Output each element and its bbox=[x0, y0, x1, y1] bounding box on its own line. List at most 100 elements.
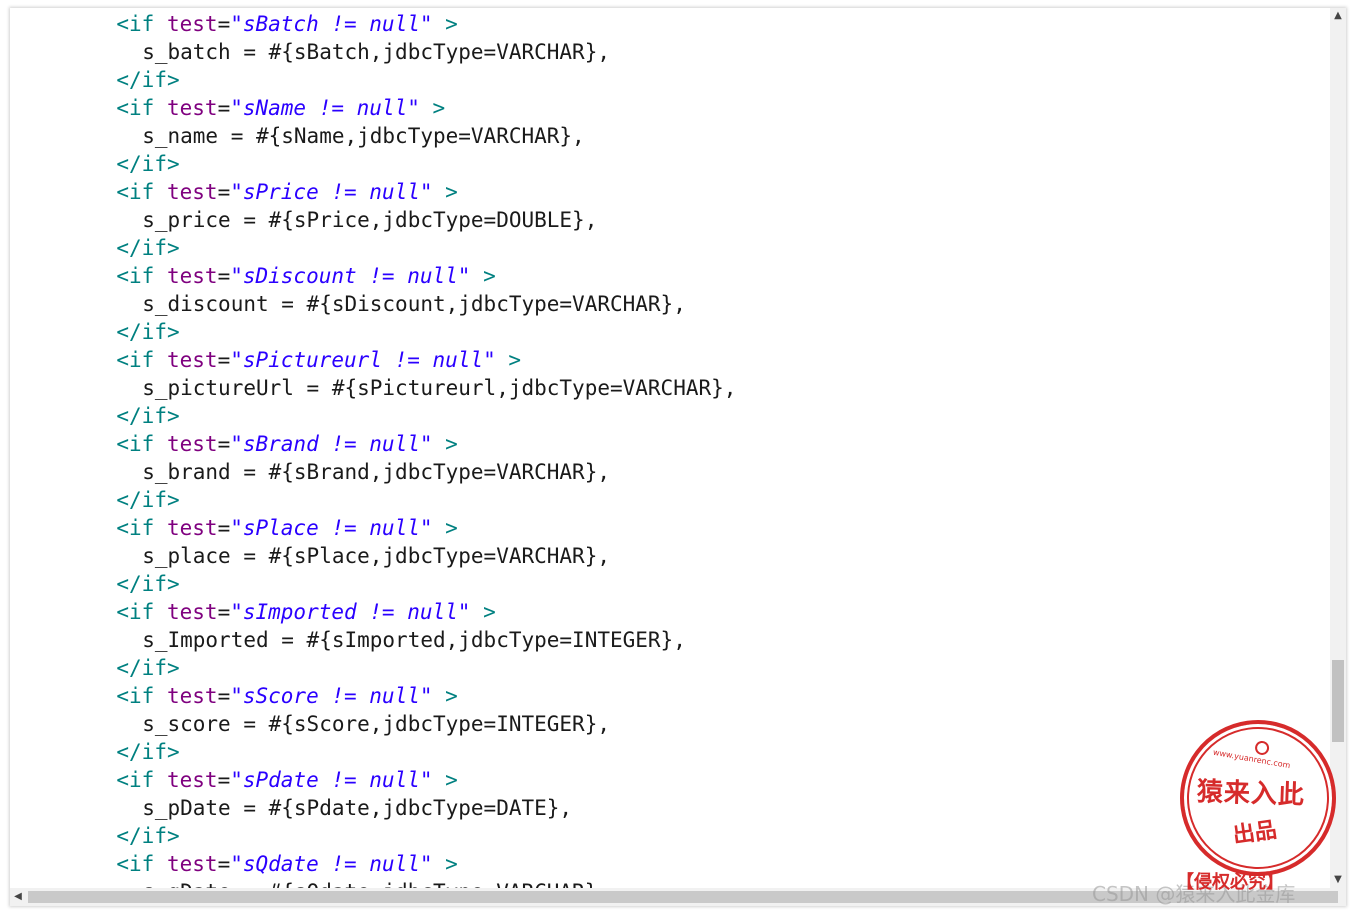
code-text: s_pDate = #{sPdate,jdbcType=DATE}, bbox=[142, 796, 573, 820]
code-line: s_pictureUrl = #{sPictureurl,jdbcType=VA… bbox=[142, 374, 736, 402]
tag-open: <if bbox=[116, 768, 155, 792]
code-line: <if test="sPlace != null" > bbox=[116, 514, 457, 542]
code-line: </if> bbox=[116, 234, 179, 262]
code-text: s_Imported = #{sImported,jdbcType=INTEGE… bbox=[142, 628, 686, 652]
code-line: s_qDate = #{sQdate,jdbcType=VARCHAR}, bbox=[142, 878, 610, 888]
closing-tag: </if> bbox=[116, 68, 180, 92]
tag-close-bracket: > bbox=[445, 180, 458, 204]
code-line: </if> bbox=[116, 654, 179, 682]
attribute-name: test bbox=[166, 96, 218, 120]
code-viewer-window: <if test="sBatch != null" > s_batch = #{s… bbox=[10, 8, 1346, 906]
tag-close-bracket: > bbox=[508, 348, 522, 372]
code-line: </if> bbox=[116, 822, 179, 850]
attribute-value: "sPrice != null" bbox=[230, 180, 433, 204]
stamp-sub-text: 出品 bbox=[1231, 816, 1279, 849]
equals-sign: = bbox=[217, 600, 231, 624]
tag-close-bracket: > bbox=[445, 516, 458, 540]
arrow-down-icon[interactable]: ▼ bbox=[1330, 872, 1346, 888]
code-text: s_name = #{sName,jdbcType=VARCHAR}, bbox=[142, 124, 585, 148]
vertical-scroll-thumb[interactable] bbox=[1332, 659, 1344, 742]
tag-open: <if bbox=[116, 852, 155, 876]
code-line: <if test="sPictureurl != null" > bbox=[116, 346, 521, 374]
code-line: s_pDate = #{sPdate,jdbcType=DATE}, bbox=[142, 794, 572, 822]
closing-tag: </if> bbox=[116, 404, 180, 428]
closing-tag: </if> bbox=[116, 656, 180, 680]
attribute-name: test bbox=[166, 180, 218, 204]
equals-sign: = bbox=[217, 348, 231, 372]
arrow-left-icon[interactable]: ◀ bbox=[10, 888, 26, 906]
equals-sign: = bbox=[217, 96, 231, 120]
equals-sign: = bbox=[217, 432, 231, 456]
attribute-name: test bbox=[166, 516, 218, 540]
closing-tag: </if> bbox=[116, 236, 180, 260]
closing-tag: </if> bbox=[116, 320, 180, 344]
attribute-value: "sName != null" bbox=[230, 96, 420, 120]
attribute-value: "sPictureurl != null" bbox=[230, 348, 496, 372]
attribute-value: "sPdate != null" bbox=[230, 768, 433, 792]
code-text: s_qDate = #{sQdate,jdbcType=VARCHAR}, bbox=[142, 880, 610, 888]
code-line: </if> bbox=[116, 486, 179, 514]
tag-close-bracket: > bbox=[445, 768, 458, 792]
code-line: s_brand = #{sBrand,jdbcType=VARCHAR}, bbox=[142, 458, 610, 486]
code-line: <if test="sDiscount != null" > bbox=[116, 262, 495, 290]
tag-open: <if bbox=[116, 348, 155, 372]
code-text: s_pictureUrl = #{sPictureurl,jdbcType=VA… bbox=[142, 376, 737, 400]
attribute-value: "sBatch != null" bbox=[230, 12, 433, 36]
attribute-name: test bbox=[166, 684, 218, 708]
code-line: <if test="sScore != null" > bbox=[116, 682, 457, 710]
stamp-url: www.yuanrenc.com bbox=[1212, 747, 1292, 771]
code-line: </if> bbox=[116, 570, 179, 598]
code-line: <if test="sPrice != null" > bbox=[116, 178, 457, 206]
closing-tag: </if> bbox=[116, 740, 180, 764]
attribute-value: "sDiscount != null" bbox=[230, 264, 471, 288]
tag-open: <if bbox=[116, 600, 155, 624]
tag-close-bracket: > bbox=[483, 264, 496, 288]
closing-tag: </if> bbox=[116, 488, 180, 512]
attribute-name: test bbox=[166, 432, 218, 456]
code-editor[interactable]: <if test="sBatch != null" > s_batch = #{s… bbox=[10, 8, 1330, 888]
tag-close-bracket: > bbox=[445, 12, 458, 36]
tag-open: <if bbox=[116, 264, 155, 288]
equals-sign: = bbox=[217, 516, 231, 540]
tag-close-bracket: > bbox=[483, 600, 496, 624]
tag-close-bracket: > bbox=[445, 432, 458, 456]
stamp-caption: 【侵权必究】 bbox=[1176, 872, 1284, 893]
code-text: s_price = #{sPrice,jdbcType=DOUBLE}, bbox=[142, 208, 598, 232]
code-line: <if test="sBatch != null" > bbox=[116, 10, 457, 38]
arrow-up-icon[interactable]: ▲ bbox=[1330, 8, 1346, 24]
tag-close-bracket: > bbox=[445, 852, 458, 876]
tag-open: <if bbox=[116, 96, 155, 120]
code-text: s_discount = #{sDiscount,jdbcType=VARCHA… bbox=[142, 292, 686, 316]
code-line: <if test="sQdate != null" > bbox=[116, 850, 457, 878]
code-line: <if test="sName != null" > bbox=[116, 94, 445, 122]
equals-sign: = bbox=[217, 12, 231, 36]
code-text: s_brand = #{sBrand,jdbcType=VARCHAR}, bbox=[142, 460, 610, 484]
code-text: s_place = #{sPlace,jdbcType=VARCHAR}, bbox=[142, 544, 610, 568]
code-line: s_discount = #{sDiscount,jdbcType=VARCHA… bbox=[142, 290, 686, 318]
tag-close-bracket: > bbox=[432, 96, 446, 120]
equals-sign: = bbox=[217, 768, 231, 792]
attribute-value: "sPlace != null" bbox=[230, 516, 433, 540]
attribute-name: test bbox=[166, 852, 218, 876]
code-line: s_place = #{sPlace,jdbcType=VARCHAR}, bbox=[142, 542, 610, 570]
code-line: </if> bbox=[116, 66, 179, 94]
stamp-main-text: 猿来入此 bbox=[1196, 777, 1306, 811]
attribute-name: test bbox=[166, 12, 218, 36]
code-text: s_score = #{sScore,jdbcType=INTEGER}, bbox=[142, 712, 610, 736]
code-line: </if> bbox=[116, 402, 179, 430]
code-line: </if> bbox=[116, 318, 179, 346]
tag-open: <if bbox=[116, 516, 155, 540]
code-line: <if test="sBrand != null" > bbox=[116, 430, 457, 458]
equals-sign: = bbox=[217, 684, 231, 708]
tag-open: <if bbox=[116, 432, 155, 456]
attribute-name: test bbox=[166, 600, 218, 624]
attribute-value: "sScore != null" bbox=[230, 684, 433, 708]
attribute-name: test bbox=[166, 264, 218, 288]
vertical-scrollbar[interactable]: ▲ ▼ bbox=[1330, 8, 1346, 888]
tag-open: <if bbox=[116, 684, 155, 708]
attribute-name: test bbox=[166, 348, 218, 372]
tag-close-bracket: > bbox=[445, 684, 458, 708]
equals-sign: = bbox=[217, 264, 231, 288]
code-text: s_batch = #{sBatch,jdbcType=VARCHAR}, bbox=[142, 40, 610, 64]
code-line: </if> bbox=[116, 150, 179, 178]
